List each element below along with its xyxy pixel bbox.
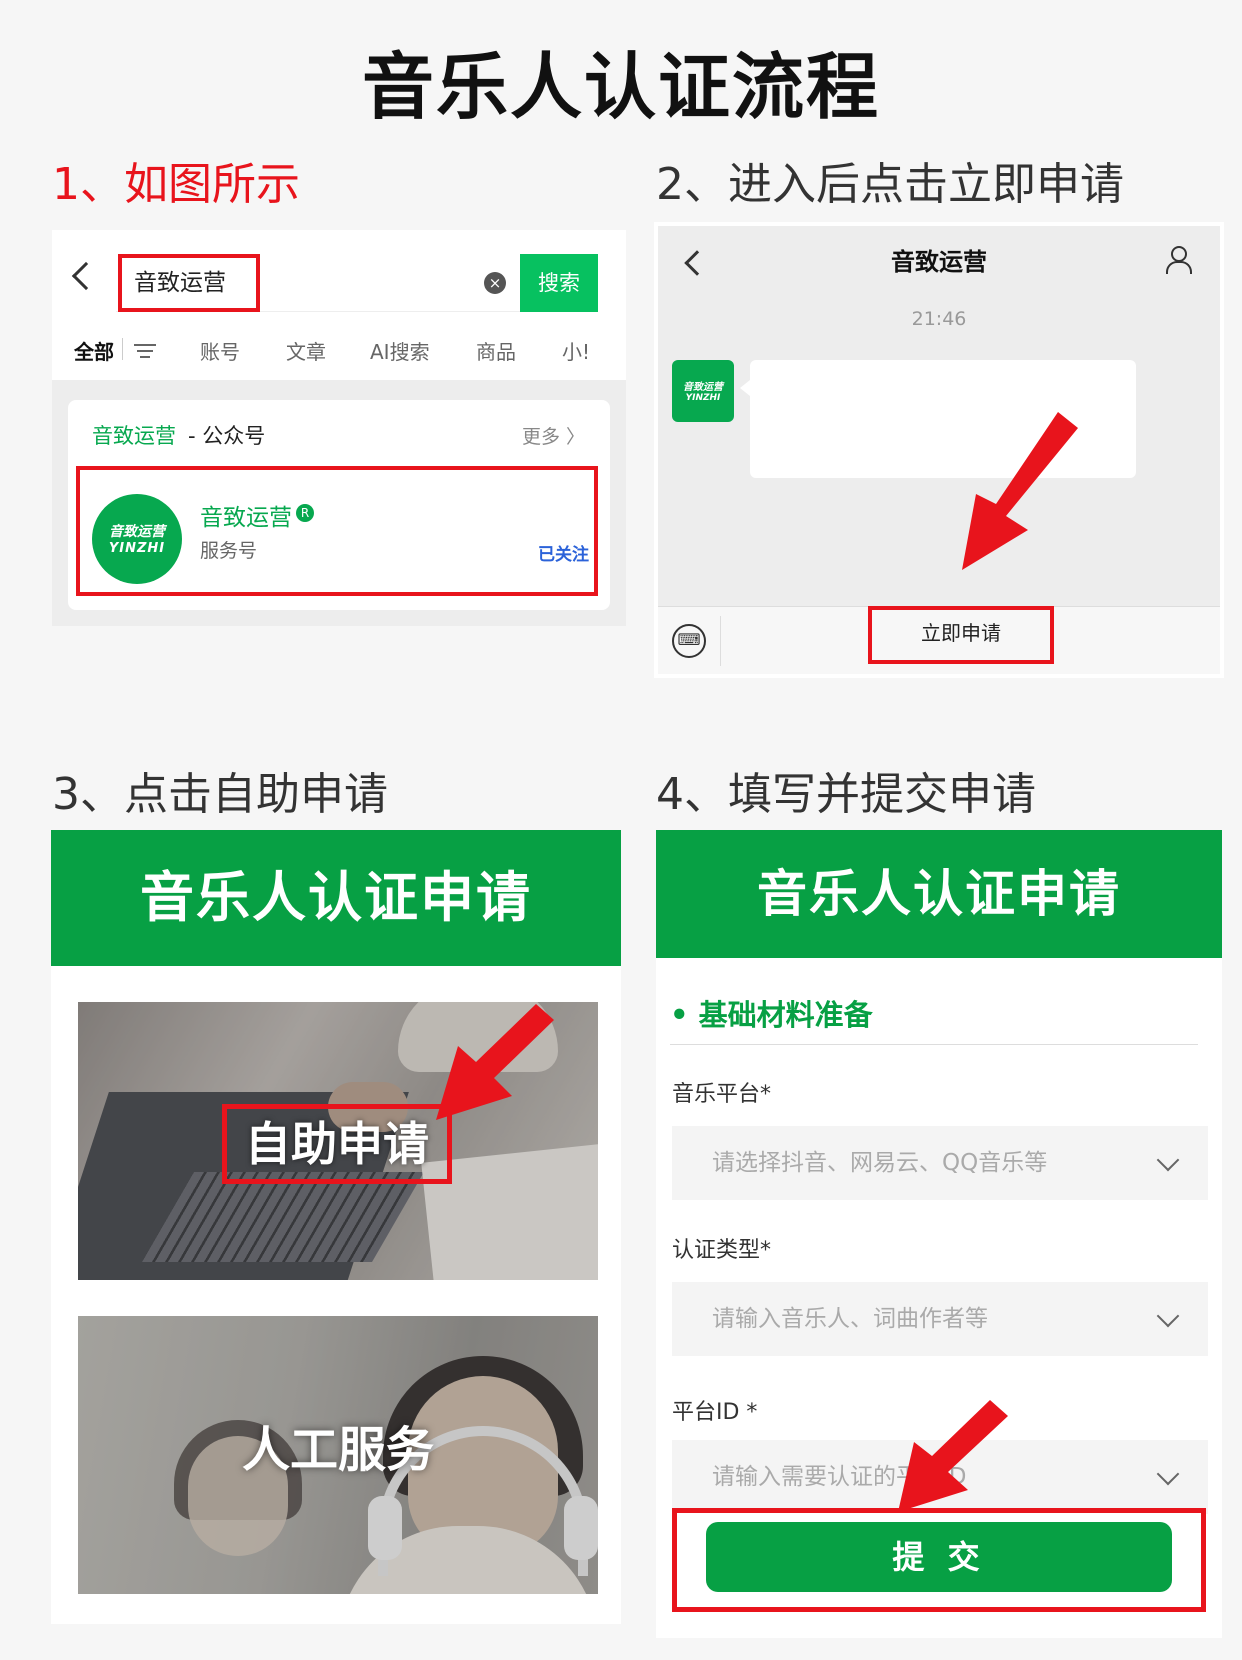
tab-article[interactable]: 文章 bbox=[286, 336, 326, 365]
manual-service-button[interactable]: 人工服务 bbox=[78, 1410, 598, 1480]
music-platform-label: 音乐平台* bbox=[672, 1082, 772, 1107]
search-screenshot: 音致运营 × 搜索 全部 账号 文章 AI搜索 商品 小! 音致运营 - 公众号… bbox=[52, 230, 626, 626]
panel3-header-title: 音乐人认证申请 bbox=[140, 866, 532, 929]
section-account-type: - 公众号 bbox=[188, 424, 266, 448]
chat-screenshot: 音致运营 21:46 音致运营 YINZHI ⌨ 立即申请 bbox=[654, 222, 1224, 678]
panel4-header-title: 音乐人认证申请 bbox=[757, 865, 1121, 923]
submit-button[interactable]: 提 交 bbox=[706, 1522, 1172, 1592]
tab-ai-search[interactable]: AI搜索 bbox=[370, 336, 430, 365]
step-1-title: 1、如图所示 bbox=[52, 159, 300, 210]
section-divider bbox=[670, 1044, 1198, 1045]
step-3-title: 3、点击自助申请 bbox=[52, 769, 388, 820]
section-title: • 基础材料准备 bbox=[670, 998, 873, 1032]
cert-type-placeholder: 请输入音乐人、词曲作者等 bbox=[712, 1306, 988, 1332]
tab-account[interactable]: 账号 bbox=[200, 336, 240, 365]
avatar-text-en: YINZHI bbox=[108, 541, 166, 556]
apply-now-button[interactable]: 立即申请 bbox=[868, 606, 1054, 664]
search-input[interactable]: 音致运营 bbox=[118, 254, 260, 312]
message-bubble bbox=[740, 360, 1136, 478]
more-link[interactable]: 更多 〉 bbox=[522, 422, 585, 449]
chat-title: 音致运营 bbox=[891, 248, 987, 276]
user-icon[interactable] bbox=[1166, 246, 1192, 274]
step-2-title: 2、进入后点击立即申请 bbox=[656, 159, 1124, 210]
tab-mini[interactable]: 小! bbox=[562, 336, 588, 365]
filter-icon[interactable] bbox=[134, 344, 156, 358]
pointer-arrow-icon bbox=[898, 1400, 1008, 1512]
result-name[interactable]: 音致运营 bbox=[200, 498, 292, 532]
tab-divider bbox=[122, 338, 123, 360]
avatar-text: 音致运营 bbox=[109, 524, 165, 540]
message-time: 21:46 bbox=[911, 308, 967, 330]
page-title: 音乐人认证流程 bbox=[361, 45, 880, 129]
search-button[interactable]: 搜索 bbox=[520, 254, 598, 312]
tab-goods[interactable]: 商品 bbox=[476, 336, 516, 365]
pointer-arrow-icon bbox=[962, 412, 1078, 570]
verified-icon: R bbox=[296, 504, 314, 522]
step-4-title: 4、填写并提交申请 bbox=[656, 769, 1036, 820]
section-account-name: 音致运营 bbox=[92, 424, 176, 448]
menu-divider bbox=[720, 616, 721, 666]
tab-all[interactable]: 全部 bbox=[74, 336, 114, 365]
back-icon[interactable] bbox=[71, 261, 101, 291]
cert-type-label: 认证类型* bbox=[672, 1238, 772, 1263]
self-service-button[interactable]: 自助申请 bbox=[222, 1104, 452, 1184]
clear-icon[interactable]: × bbox=[484, 272, 506, 294]
avatar-text: 音致运营 bbox=[683, 382, 723, 393]
pointer-arrow-icon bbox=[436, 1004, 554, 1120]
keyboard-icon[interactable]: ⌨ bbox=[672, 624, 706, 658]
music-platform-placeholder: 请选择抖音、网易云、QQ音乐等 bbox=[712, 1150, 1048, 1176]
follow-status[interactable]: 已关注 bbox=[538, 540, 589, 565]
avatar: 音致运营 YINZHI bbox=[92, 494, 182, 584]
result-type: 服务号 bbox=[200, 540, 258, 562]
avatar-text-en: YINZHI bbox=[685, 393, 721, 403]
platform-id-label: 平台ID * bbox=[672, 1400, 758, 1425]
avatar: 音致运营 YINZHI bbox=[672, 360, 734, 422]
